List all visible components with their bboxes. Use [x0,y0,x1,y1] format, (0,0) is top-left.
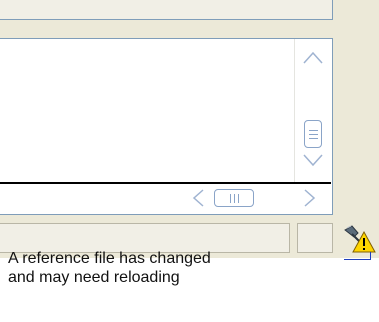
scroll-right-icon[interactable] [299,188,319,208]
top-panel [0,0,333,20]
horizontal-scroll-thumb[interactable] [214,189,254,207]
callout-annotation: A reference file has changed and may nee… [8,249,348,287]
scroll-left-icon[interactable] [189,188,209,208]
horizontal-scrollbar[interactable] [185,184,331,214]
content-panel [0,38,333,215]
callout-line-2: and may need reloading [8,269,180,286]
scroll-up-icon[interactable] [301,49,325,67]
callout-leader-line [344,259,371,260]
editor-area[interactable] [0,39,294,182]
vertical-scroll-thumb[interactable] [304,120,322,148]
callout-line-1: A reference file has changed [8,250,211,267]
scroll-down-icon[interactable] [301,151,325,169]
vertical-scrollbar[interactable] [294,39,331,182]
